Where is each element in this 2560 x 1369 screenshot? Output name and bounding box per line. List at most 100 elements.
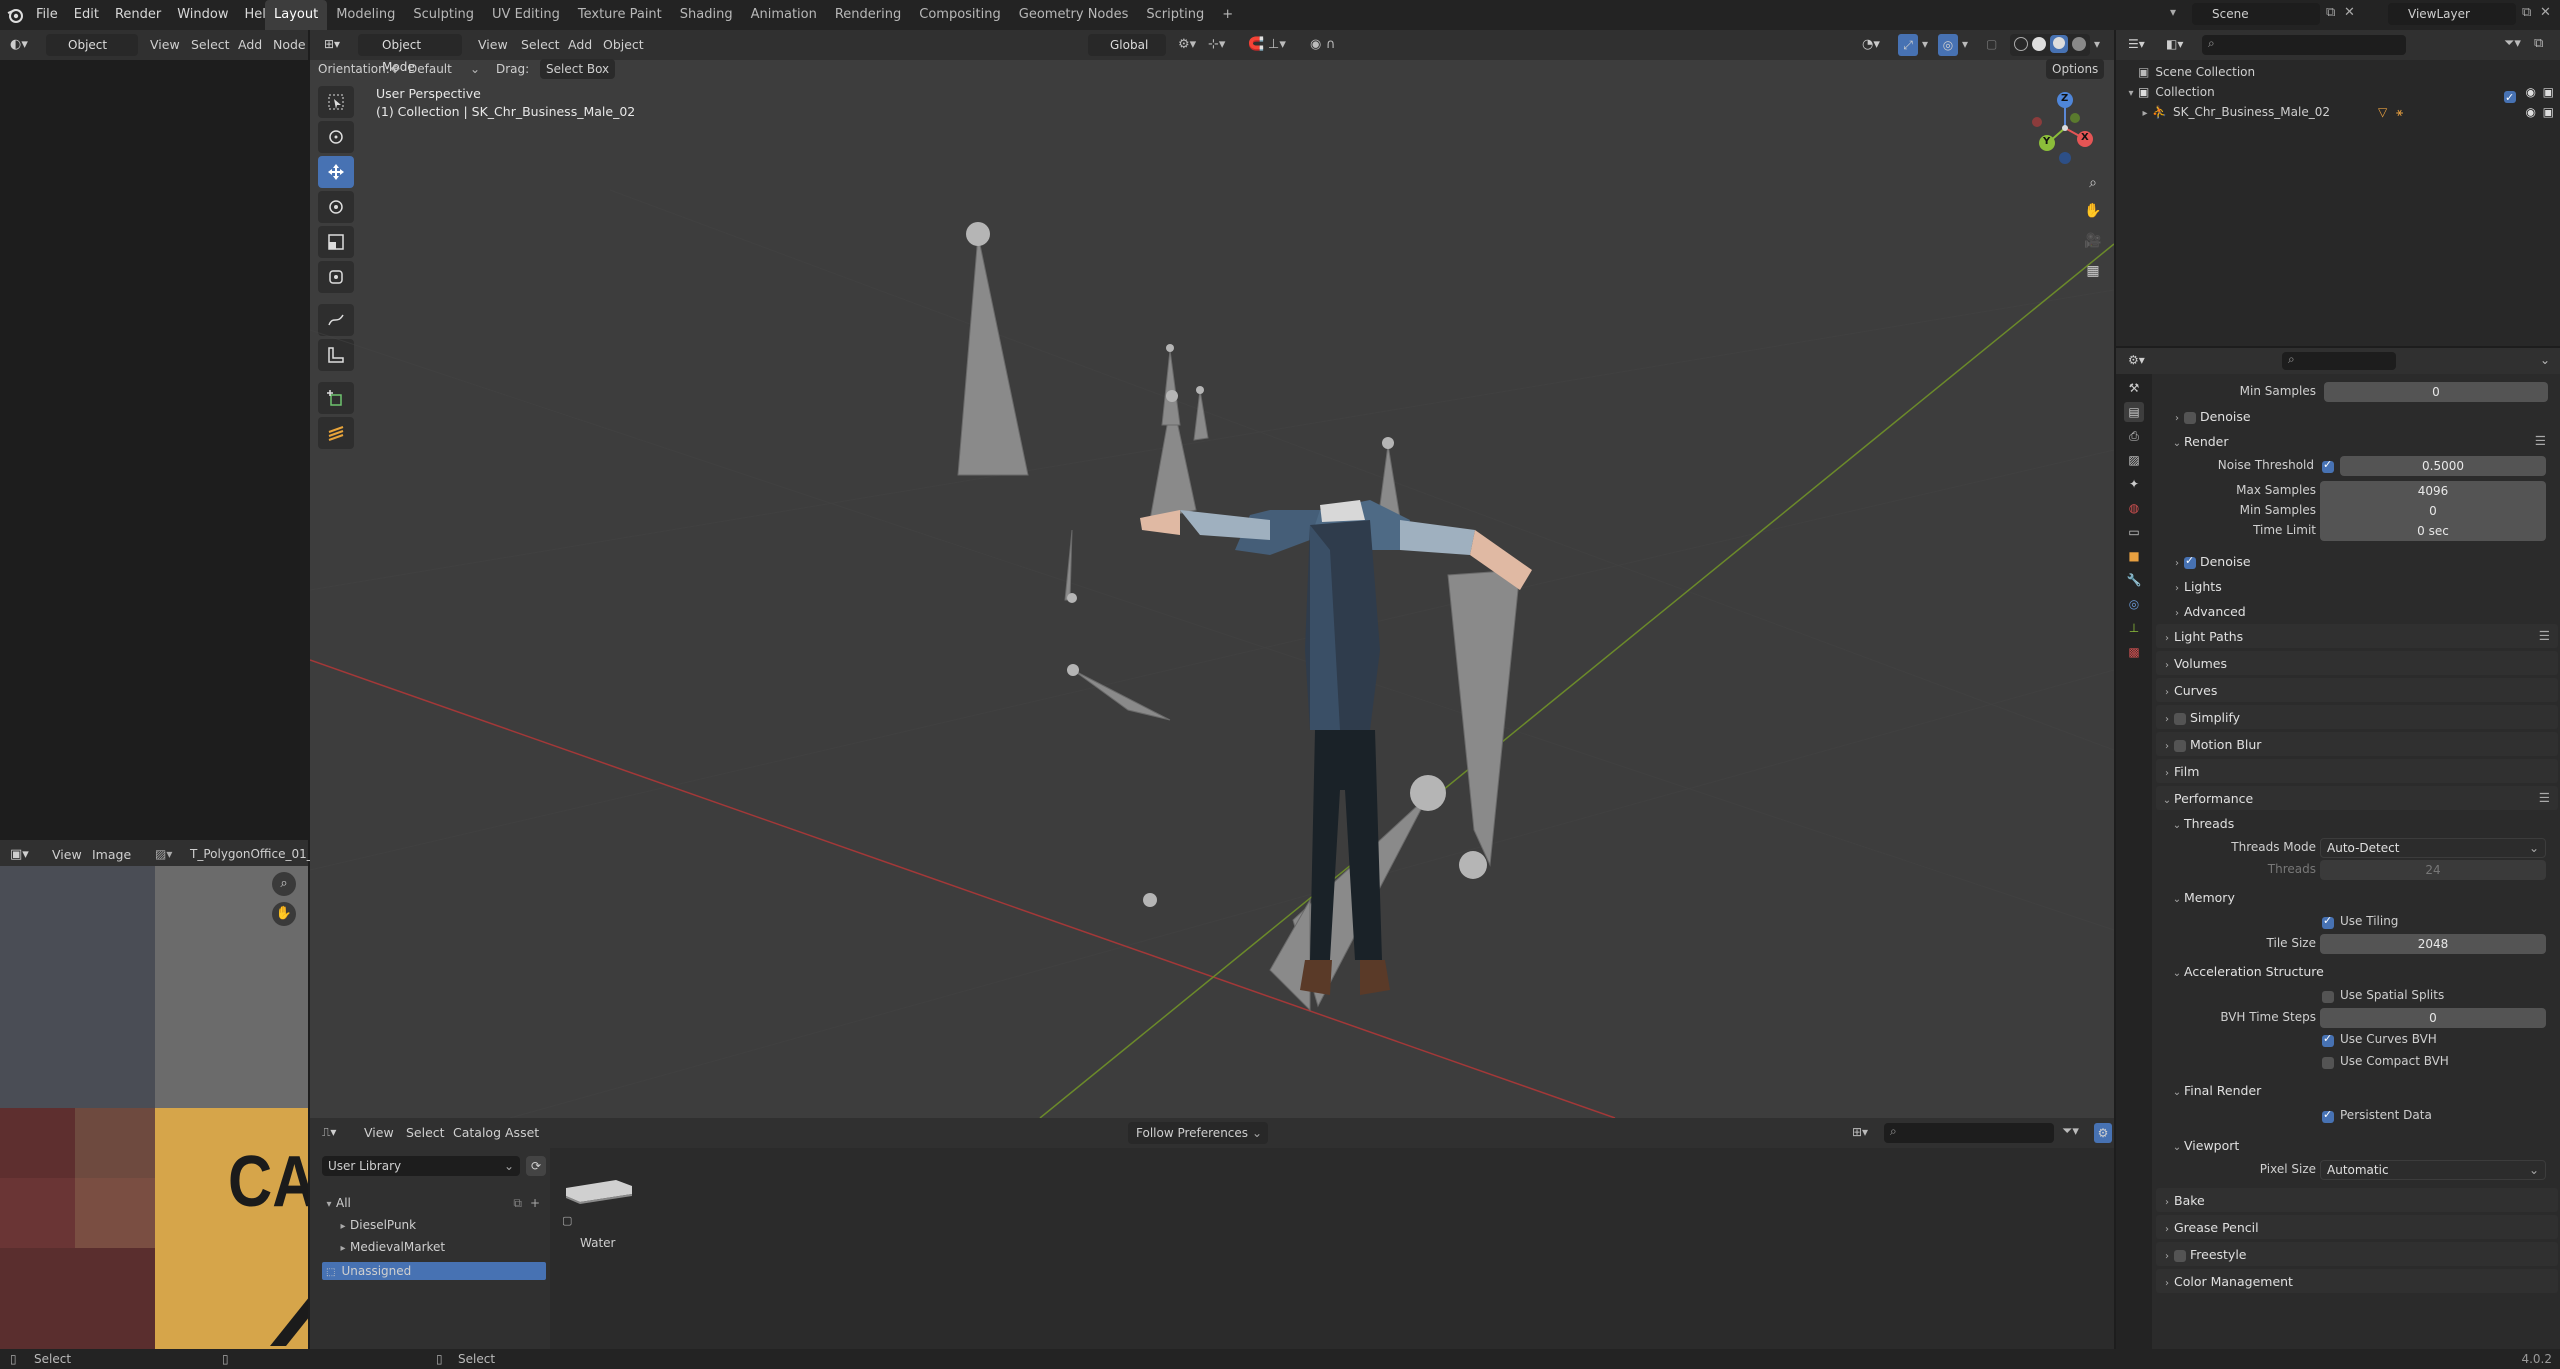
tab-compositing[interactable]: Compositing bbox=[910, 0, 1010, 30]
noise-threshold-checkbox[interactable] bbox=[2322, 458, 2334, 473]
tab-geometry-nodes[interactable]: Geometry Nodes bbox=[1010, 0, 1138, 30]
tab-scripting[interactable]: Scripting bbox=[1137, 0, 1213, 30]
tile-size-field[interactable]: 2048 bbox=[2320, 934, 2546, 954]
threads-subpanel[interactable]: ⌄ Threads bbox=[2166, 811, 2546, 835]
max-samples-field[interactable]: 4096 bbox=[2320, 481, 2546, 501]
curves-panel[interactable]: › Curves bbox=[2156, 678, 2558, 702]
render-presets-icon[interactable]: ☰ bbox=[2535, 433, 2546, 448]
bvh-steps-field[interactable]: 0 bbox=[2320, 1008, 2546, 1028]
denoise-subpanel-2[interactable]: › Denoise bbox=[2166, 549, 2546, 573]
image-name[interactable]: T_PolygonOffice_01_A bbox=[190, 847, 321, 861]
tab-shading[interactable]: Shading bbox=[671, 0, 742, 30]
image-preview[interactable]: CA ⌕ ✋ bbox=[0, 866, 308, 1349]
image-editor-type-icon[interactable]: ▣▾ bbox=[10, 847, 29, 862]
new-scene-icon[interactable]: ⧉ bbox=[2326, 5, 2335, 20]
asset-search-input[interactable]: ⌕ bbox=[1884, 1123, 2054, 1143]
catalog-all[interactable]: ▾ All ⧉ + bbox=[322, 1196, 546, 1216]
new-view-layer-icon[interactable]: ⧉ bbox=[2522, 5, 2531, 20]
threads-mode-dropdown[interactable]: Auto-Detect ⌄ bbox=[2320, 838, 2546, 858]
acceleration-structure-subpanel[interactable]: ⌄ Acceleration Structure bbox=[2166, 959, 2546, 983]
render-subpanel[interactable]: ⌄ Render ☰ bbox=[2166, 429, 2546, 453]
scene-selector[interactable]: ▾ Scene ⧉ ✕ bbox=[2166, 3, 2356, 25]
asset-editor-type-icon[interactable]: ⎍▾ bbox=[322, 1125, 336, 1140]
use-tiling-checkbox[interactable] bbox=[2322, 914, 2334, 929]
performance-panel[interactable]: ⌄ Performance ☰ bbox=[2156, 786, 2558, 810]
tab-layout[interactable]: Layout bbox=[265, 0, 328, 30]
new-collection-icon[interactable]: ⧉ bbox=[2534, 36, 2543, 51]
scene-tab-icon[interactable]: ✦ bbox=[2124, 474, 2144, 494]
top-min-samples-field[interactable]: 0 bbox=[2324, 382, 2548, 402]
collection-tab-icon[interactable]: ▭ bbox=[2124, 522, 2144, 542]
asset-menu-asset[interactable]: Asset bbox=[497, 1118, 547, 1148]
collection-render-camera-icon[interactable]: ▣ bbox=[2543, 82, 2554, 102]
final-render-subpanel[interactable]: ⌄ Final Render bbox=[2166, 1078, 2546, 1102]
outliner-object-row[interactable]: ▸ ⛹ SK_Chr_Business_Male_02 ▽ ⚹ ◉ ▣ bbox=[2138, 102, 2560, 122]
properties-options-icon[interactable]: ⌄ bbox=[2540, 353, 2550, 367]
new-catalog-icon[interactable]: ⧉ bbox=[513, 1196, 522, 1211]
memory-subpanel[interactable]: ⌄ Memory bbox=[2166, 885, 2546, 909]
object-render-camera-icon[interactable]: ▣ bbox=[2543, 102, 2554, 122]
add-workspace-icon[interactable]: + bbox=[1213, 0, 1242, 30]
world-tab-icon[interactable]: ◍ bbox=[2124, 498, 2144, 518]
viewport-subpanel[interactable]: ⌄ Viewport bbox=[2166, 1133, 2546, 1157]
curves-bvh-checkbox[interactable] bbox=[2322, 1032, 2334, 1047]
time-limit-field[interactable]: 0 sec bbox=[2320, 521, 2546, 541]
asset-settings-gear-icon[interactable]: ⚙ bbox=[2094, 1123, 2112, 1143]
tab-animation[interactable]: Animation bbox=[742, 0, 826, 30]
editor-type-icon[interactable]: ◐▾ bbox=[10, 37, 28, 52]
physics-tab-icon[interactable]: ◎ bbox=[2124, 594, 2144, 614]
texture-tab-icon[interactable]: ▩ bbox=[2124, 642, 2144, 662]
render-tab-icon[interactable]: ▤ bbox=[2124, 402, 2144, 422]
asset-library-dropdown[interactable]: User Library ⌄ bbox=[322, 1156, 520, 1176]
menu-render[interactable]: Render bbox=[107, 0, 169, 30]
menu-edit[interactable]: Edit bbox=[66, 0, 107, 30]
lights-subpanel[interactable]: › Lights bbox=[2166, 574, 2546, 598]
catalog-medievalmarket[interactable]: ▸ MedievalMarket bbox=[336, 1240, 536, 1260]
noise-threshold-field[interactable]: 0.5000 bbox=[2340, 456, 2546, 476]
min-samples-field[interactable]: 0 bbox=[2320, 501, 2546, 521]
simplify-panel[interactable]: › Simplify bbox=[2156, 705, 2558, 729]
light-paths-panel[interactable]: › Light Paths ☰ bbox=[2156, 624, 2558, 648]
pan-hand-icon[interactable]: ✋ bbox=[272, 902, 296, 926]
spatial-splits-checkbox[interactable] bbox=[2322, 989, 2334, 1003]
view-layer-selector[interactable]: ViewLayer ⧉ ✕ bbox=[2362, 3, 2552, 25]
properties-search-input[interactable]: ⌕ bbox=[2282, 352, 2396, 370]
3d-viewport[interactable]: ⊞▾ Object Mode View Select Add Object Gl… bbox=[310, 30, 2114, 1118]
menu-window[interactable]: Window bbox=[169, 0, 236, 30]
outliner-scene-collection[interactable]: ▣ Scene Collection bbox=[2138, 62, 2255, 82]
blender-logo-icon[interactable] bbox=[6, 6, 24, 24]
view-layer-name-field[interactable]: ViewLayer bbox=[2388, 3, 2516, 25]
properties-type-icon[interactable]: ⚙▾ bbox=[2128, 353, 2145, 367]
constraints-tab-icon[interactable]: ⊥ bbox=[2124, 618, 2144, 638]
tab-uv-editing[interactable]: UV Editing bbox=[483, 0, 569, 30]
filter-icon[interactable]: ⏷▾ bbox=[2062, 1124, 2079, 1139]
performance-presets-icon[interactable]: ☰ bbox=[2539, 790, 2550, 805]
tab-sculpting[interactable]: Sculpting bbox=[404, 0, 483, 30]
color-management-panel[interactable]: › Color Management bbox=[2156, 1269, 2558, 1293]
zoom-icon[interactable]: ⌕ bbox=[272, 872, 296, 896]
object-visibility-eye-icon[interactable]: ◉ bbox=[2526, 102, 2536, 122]
outliner-collection[interactable]: ▾▣Collection ◉ ▣ bbox=[2124, 82, 2560, 108]
object-tab-icon[interactable]: ■ bbox=[2124, 546, 2144, 566]
light-paths-presets-icon[interactable]: ☰ bbox=[2539, 628, 2550, 643]
modifiers-tab-icon[interactable]: 🔧 bbox=[2124, 570, 2144, 590]
output-tab-icon[interactable]: ⎙ bbox=[2124, 426, 2144, 446]
import-method-dropdown[interactable]: Follow Preferences ⌄ bbox=[1128, 1122, 1268, 1144]
advanced-subpanel[interactable]: › Advanced bbox=[2166, 599, 2546, 623]
tab-modeling[interactable]: Modeling bbox=[327, 0, 404, 30]
menu-file[interactable]: File bbox=[28, 0, 66, 30]
persistent-data-checkbox[interactable] bbox=[2322, 1108, 2334, 1123]
outliner-filter-icon[interactable]: ⏷▾ bbox=[2504, 36, 2521, 51]
add-catalog-icon[interactable]: + bbox=[530, 1196, 540, 1210]
delete-scene-icon[interactable]: ✕ bbox=[2344, 5, 2355, 20]
volumes-panel[interactable]: › Volumes bbox=[2156, 651, 2558, 675]
motion-blur-panel[interactable]: › Motion Blur bbox=[2156, 732, 2558, 756]
tab-rendering[interactable]: Rendering bbox=[826, 0, 910, 30]
grease-pencil-panel[interactable]: › Grease Pencil bbox=[2156, 1215, 2558, 1239]
catalog-unassigned[interactable]: ⬚ Unassigned bbox=[322, 1262, 546, 1280]
outliner-type-icon[interactable]: ☰▾ bbox=[2128, 37, 2145, 51]
bake-panel[interactable]: › Bake bbox=[2156, 1188, 2558, 1212]
film-panel[interactable]: › Film bbox=[2156, 759, 2558, 783]
object-mode-dropdown[interactable]: Object bbox=[46, 34, 138, 56]
delete-view-layer-icon[interactable]: ✕ bbox=[2540, 5, 2551, 20]
